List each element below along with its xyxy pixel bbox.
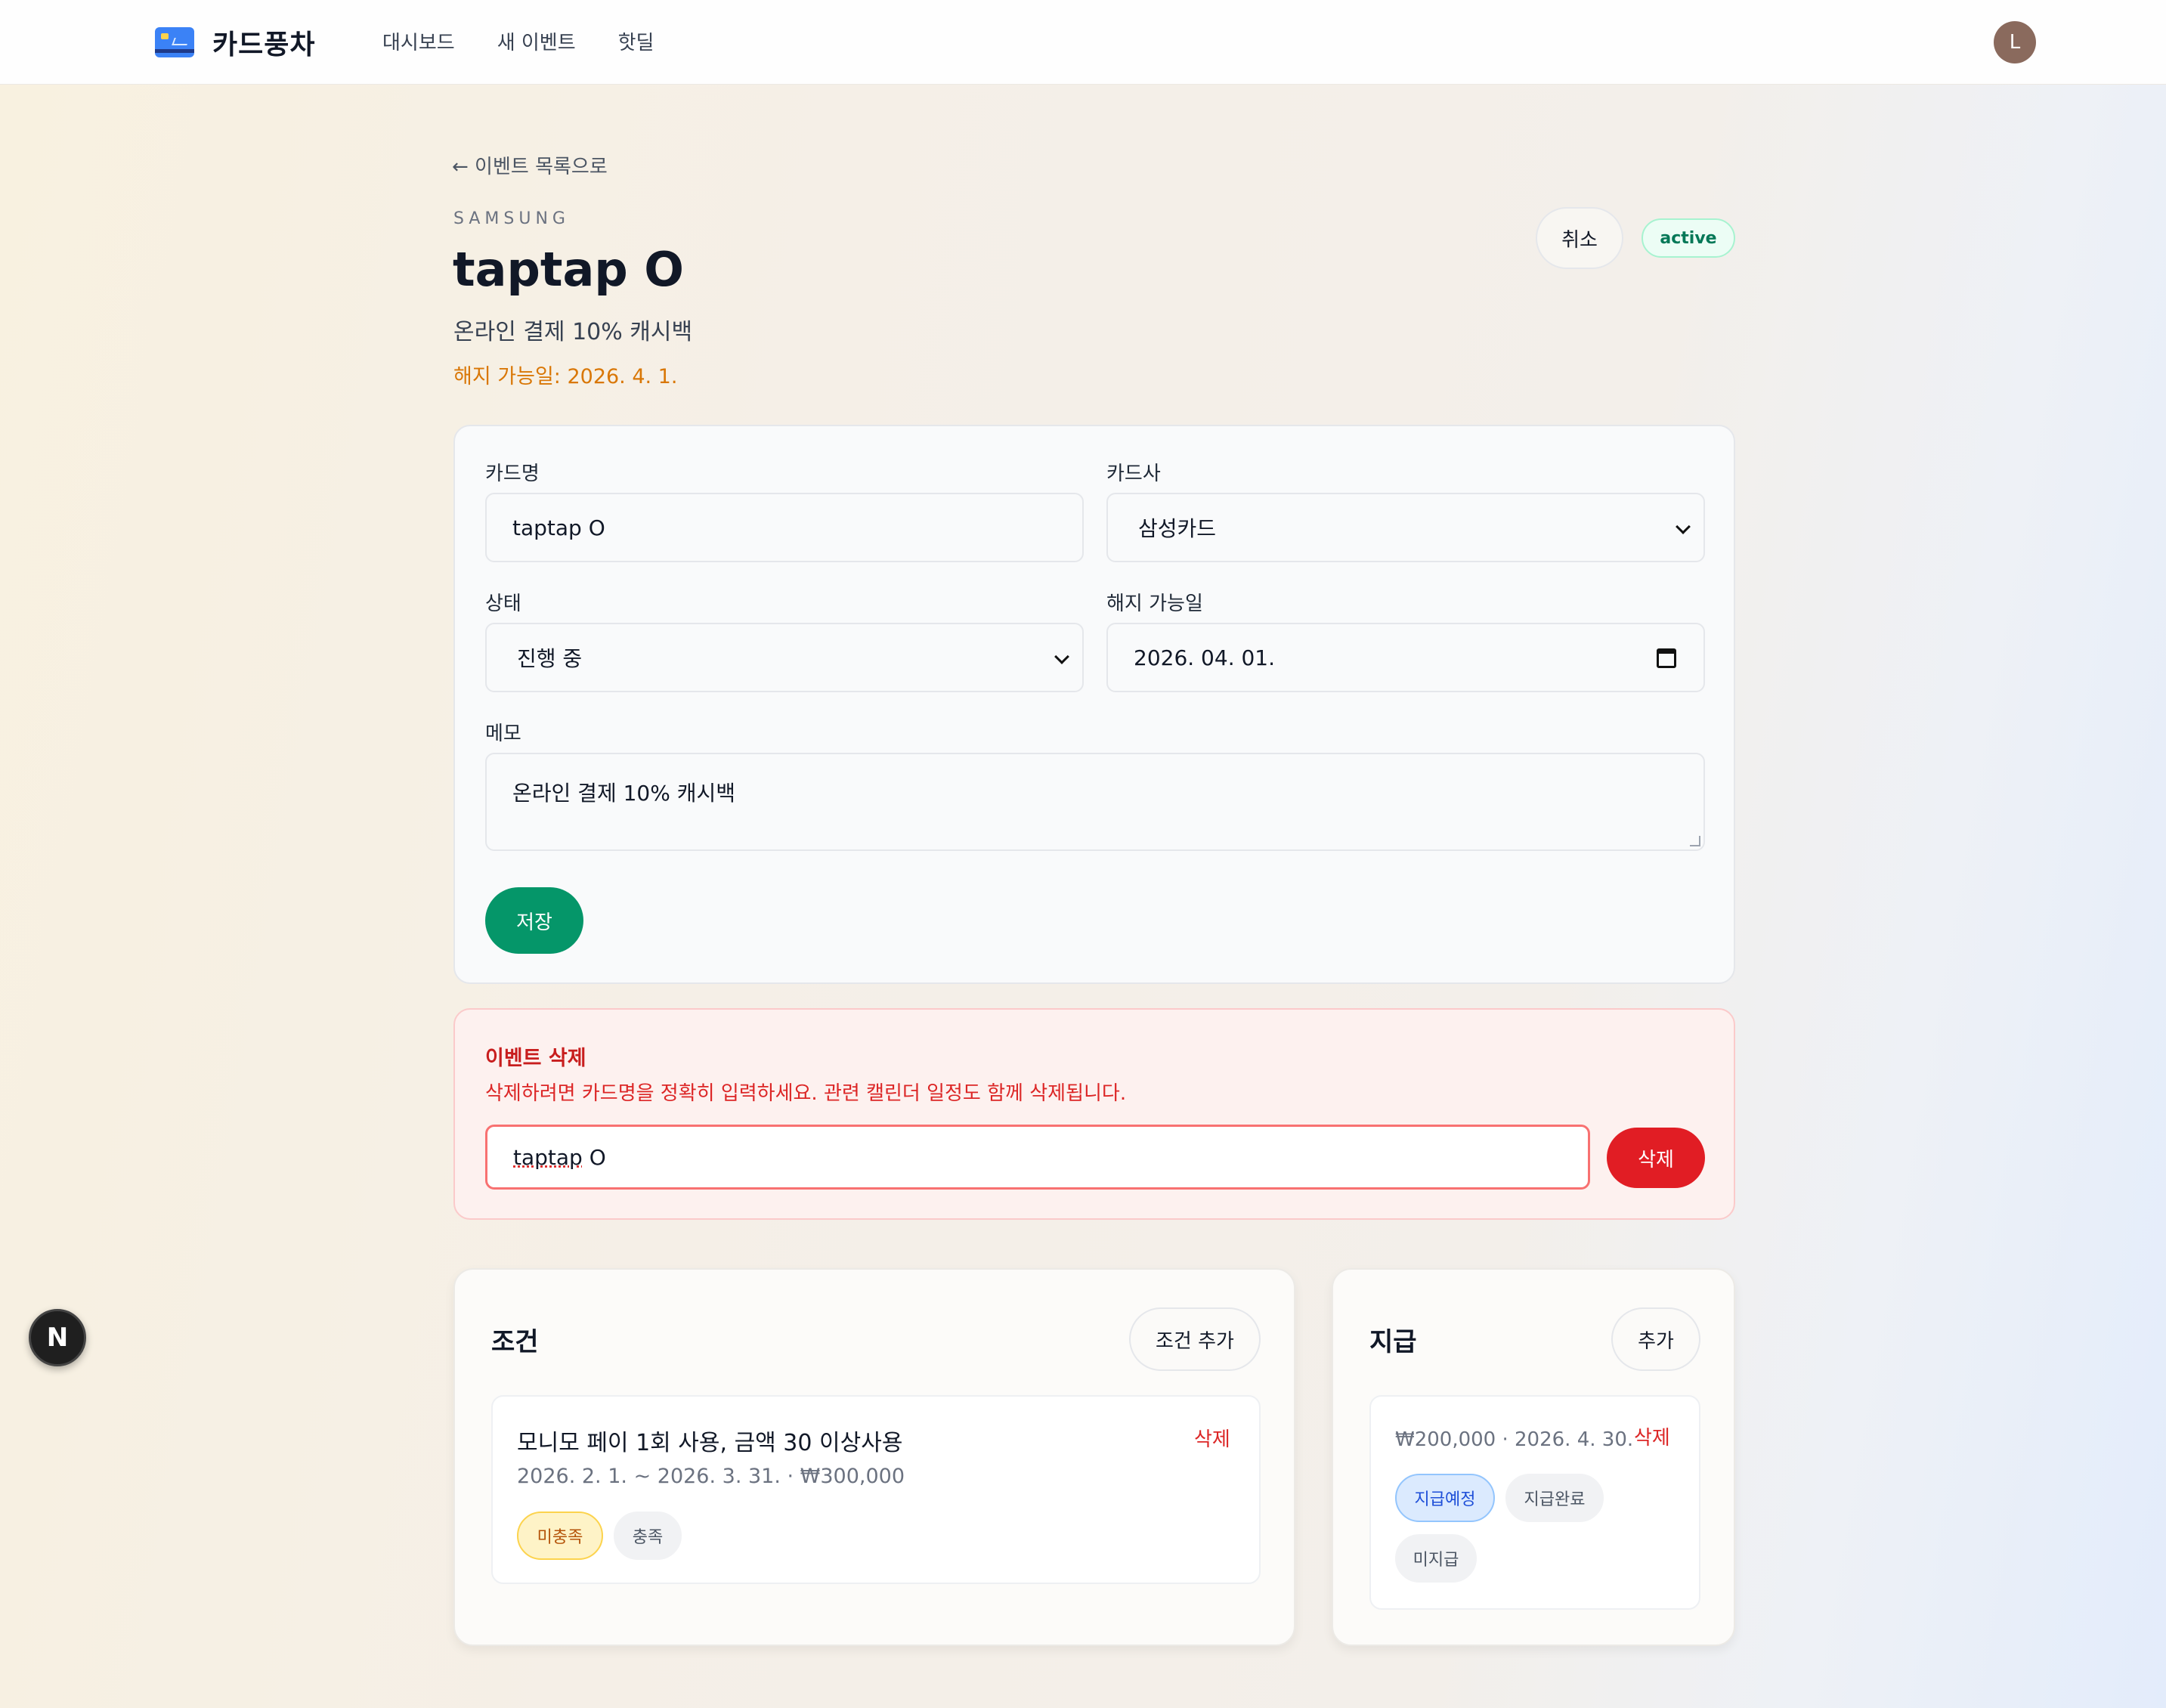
payouts-title: 지급: [1369, 1327, 1417, 1357]
delete-section-title: 이벤트 삭제: [485, 1047, 586, 1070]
credit-card-icon: [155, 27, 194, 57]
brand-logo-link[interactable]: 카드풍차: [155, 23, 315, 62]
brand-name: 카드풍차: [212, 29, 316, 60]
issuer-select-value: 삼성카드: [1138, 516, 1217, 541]
nav-hot-deals[interactable]: 핫딜: [618, 27, 654, 55]
back-to-events-link[interactable]: ← 이벤트 목록으로: [452, 151, 608, 179]
cancel-date-field-label: 해지 가능일: [1106, 593, 1203, 615]
main-nav: 대시보드 새 이벤트 핫딜: [382, 27, 654, 55]
memo-value: 온라인 결제 10% 캐시백: [512, 781, 736, 806]
resize-handle[interactable]: [1690, 836, 1700, 846]
status-select[interactable]: 진행 중: [485, 623, 1084, 692]
delete-section-description: 삭제하려면 카드명을 정확히 입력하세요. 관련 캘린더 일정도 함께 삭제됩니…: [485, 1082, 1127, 1105]
calendar-icon[interactable]: [1657, 648, 1676, 668]
card-name-input[interactable]: taptap O: [485, 493, 1084, 562]
memo-field-label: 메모: [485, 722, 521, 745]
delete-button[interactable]: 삭제: [1607, 1128, 1705, 1188]
card-name-value: taptap O: [512, 515, 605, 540]
delete-confirm-value-word: taptap: [513, 1144, 583, 1170]
issuer-label: SAMSUNG: [453, 209, 570, 228]
save-button[interactable]: 저장: [485, 887, 583, 954]
cancel-date-value: 2026. 04. 01.: [1134, 645, 1276, 670]
cancel-date-input[interactable]: 2026. 04. 01.: [1106, 623, 1705, 692]
payouts-panel: 지급 추가 ₩200,000 · 2026. 4. 30. 삭제 지급예정 지급…: [1332, 1268, 1735, 1646]
page-title: taptap O: [453, 242, 685, 297]
card-name-label: 카드명: [485, 463, 540, 485]
issuer-select[interactable]: 삼성카드: [1106, 493, 1705, 562]
delete-event-section: 이벤트 삭제 삭제하려면 카드명을 정확히 입력하세요. 관련 캘린더 일정도 …: [453, 1008, 1735, 1220]
conditions-panel: 조건 조건 추가 모니모 페이 1회 사용, 금액 30 이상사용 2026. …: [453, 1268, 1295, 1646]
add-payout-button[interactable]: 추가: [1611, 1307, 1700, 1371]
payout-item: ₩200,000 · 2026. 4. 30. 삭제 지급예정 지급완료 미지급: [1369, 1395, 1700, 1610]
add-condition-button[interactable]: 조건 추가: [1129, 1307, 1261, 1371]
user-avatar[interactable]: L: [1994, 21, 2036, 63]
conditions-title: 조건: [491, 1327, 539, 1357]
payout-status-scheduled[interactable]: 지급예정: [1395, 1474, 1495, 1522]
delete-confirm-input[interactable]: taptap O: [485, 1125, 1590, 1190]
status-badge: active: [1642, 218, 1735, 258]
condition-item: 모니모 페이 1회 사용, 금액 30 이상사용 2026. 2. 1. ~ 2…: [491, 1395, 1261, 1584]
condition-status-met[interactable]: 충족: [614, 1512, 682, 1560]
status-select-value: 진행 중: [517, 646, 583, 671]
nextjs-dev-icon[interactable]: N: [29, 1309, 86, 1366]
top-navbar: 카드풍차 대시보드 새 이벤트 핫딜 L: [0, 0, 2166, 85]
memo-textarea[interactable]: 온라인 결제 10% 캐시백: [485, 753, 1705, 851]
nav-new-event[interactable]: 새 이벤트: [497, 27, 576, 55]
payout-status-unpaid[interactable]: 미지급: [1395, 1534, 1477, 1583]
payout-meta: ₩200,000 · 2026. 4. 30.: [1395, 1428, 1634, 1451]
issuer-field-label: 카드사: [1106, 463, 1161, 485]
delete-confirm-value-suffix: O: [582, 1144, 606, 1170]
cancel-button[interactable]: 취소: [1536, 207, 1623, 269]
condition-meta: 2026. 2. 1. ~ 2026. 3. 31. · ₩300,000: [517, 1465, 905, 1488]
cancel-date-notice: 해지 가능일: 2026. 4. 1.: [453, 365, 678, 388]
page-subtitle: 온라인 결제 10% 캐시백: [453, 319, 693, 345]
chevron-down-icon: [1054, 649, 1069, 664]
condition-delete-link[interactable]: 삭제: [1194, 1424, 1230, 1452]
condition-status-unmet[interactable]: 미충족: [517, 1512, 603, 1560]
condition-title: 모니모 페이 1회 사용, 금액 30 이상사용: [517, 1430, 903, 1456]
status-field-label: 상태: [485, 593, 521, 615]
payout-status-paid[interactable]: 지급완료: [1505, 1474, 1604, 1522]
nav-dashboard[interactable]: 대시보드: [382, 27, 455, 55]
chevron-down-icon: [1676, 519, 1691, 534]
event-edit-form: 카드명 taptap O 카드사 삼성카드 상태 진행 중 해지 가능일 202…: [453, 425, 1735, 984]
payout-delete-link[interactable]: 삭제: [1634, 1422, 1670, 1450]
